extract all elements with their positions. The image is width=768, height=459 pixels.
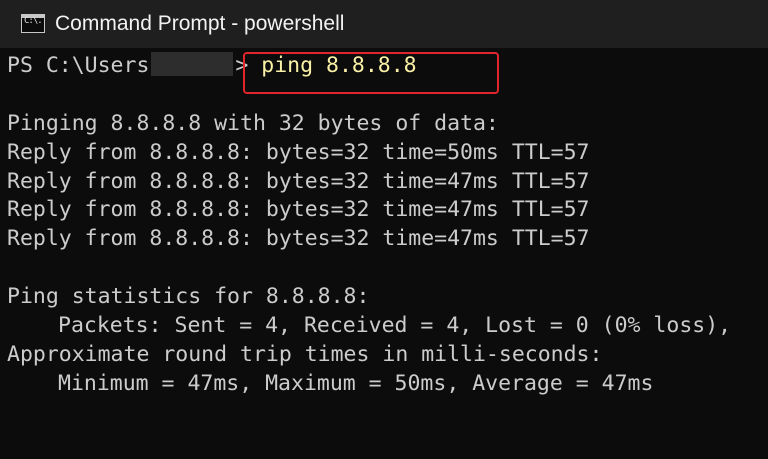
redacted-username: [151, 52, 234, 76]
command-prompt-window: C:\. Command Prompt - powershell PS C:\U…: [0, 0, 768, 459]
terminal-output[interactable]: PS C:\Users > ping 8.8.8.8 Pinging 8.8.8.…: [0, 48, 768, 459]
output-line: Reply from 8.8.8.8: bytes=32 time=47ms T…: [7, 226, 590, 251]
cmd-icon: C:\.: [21, 14, 45, 33]
output-line: Reply from 8.8.8.8: bytes=32 time=47ms T…: [7, 169, 590, 194]
output-line: Approximate round trip times in milli-se…: [7, 342, 603, 367]
output-line: Pinging 8.8.8.8 with 32 bytes of data:: [7, 111, 499, 136]
prompt-prefix: PS C:\Users: [7, 53, 150, 78]
title-bar[interactable]: C:\. Command Prompt - powershell: [0, 0, 768, 48]
cmd-icon-text: C:\.: [24, 16, 43, 26]
output-line: Ping statistics for 8.8.8.8:: [7, 284, 370, 309]
window-title: Command Prompt - powershell: [55, 12, 345, 35]
output-line: Reply from 8.8.8.8: bytes=32 time=50ms T…: [7, 140, 590, 165]
output-line: Reply from 8.8.8.8: bytes=32 time=47ms T…: [7, 197, 590, 222]
output-line: Minimum = 47ms, Maximum = 50ms, Average …: [58, 371, 654, 396]
command-highlight-box: [243, 52, 499, 94]
output-line: Packets: Sent = 4, Received = 4, Lost = …: [58, 313, 732, 338]
